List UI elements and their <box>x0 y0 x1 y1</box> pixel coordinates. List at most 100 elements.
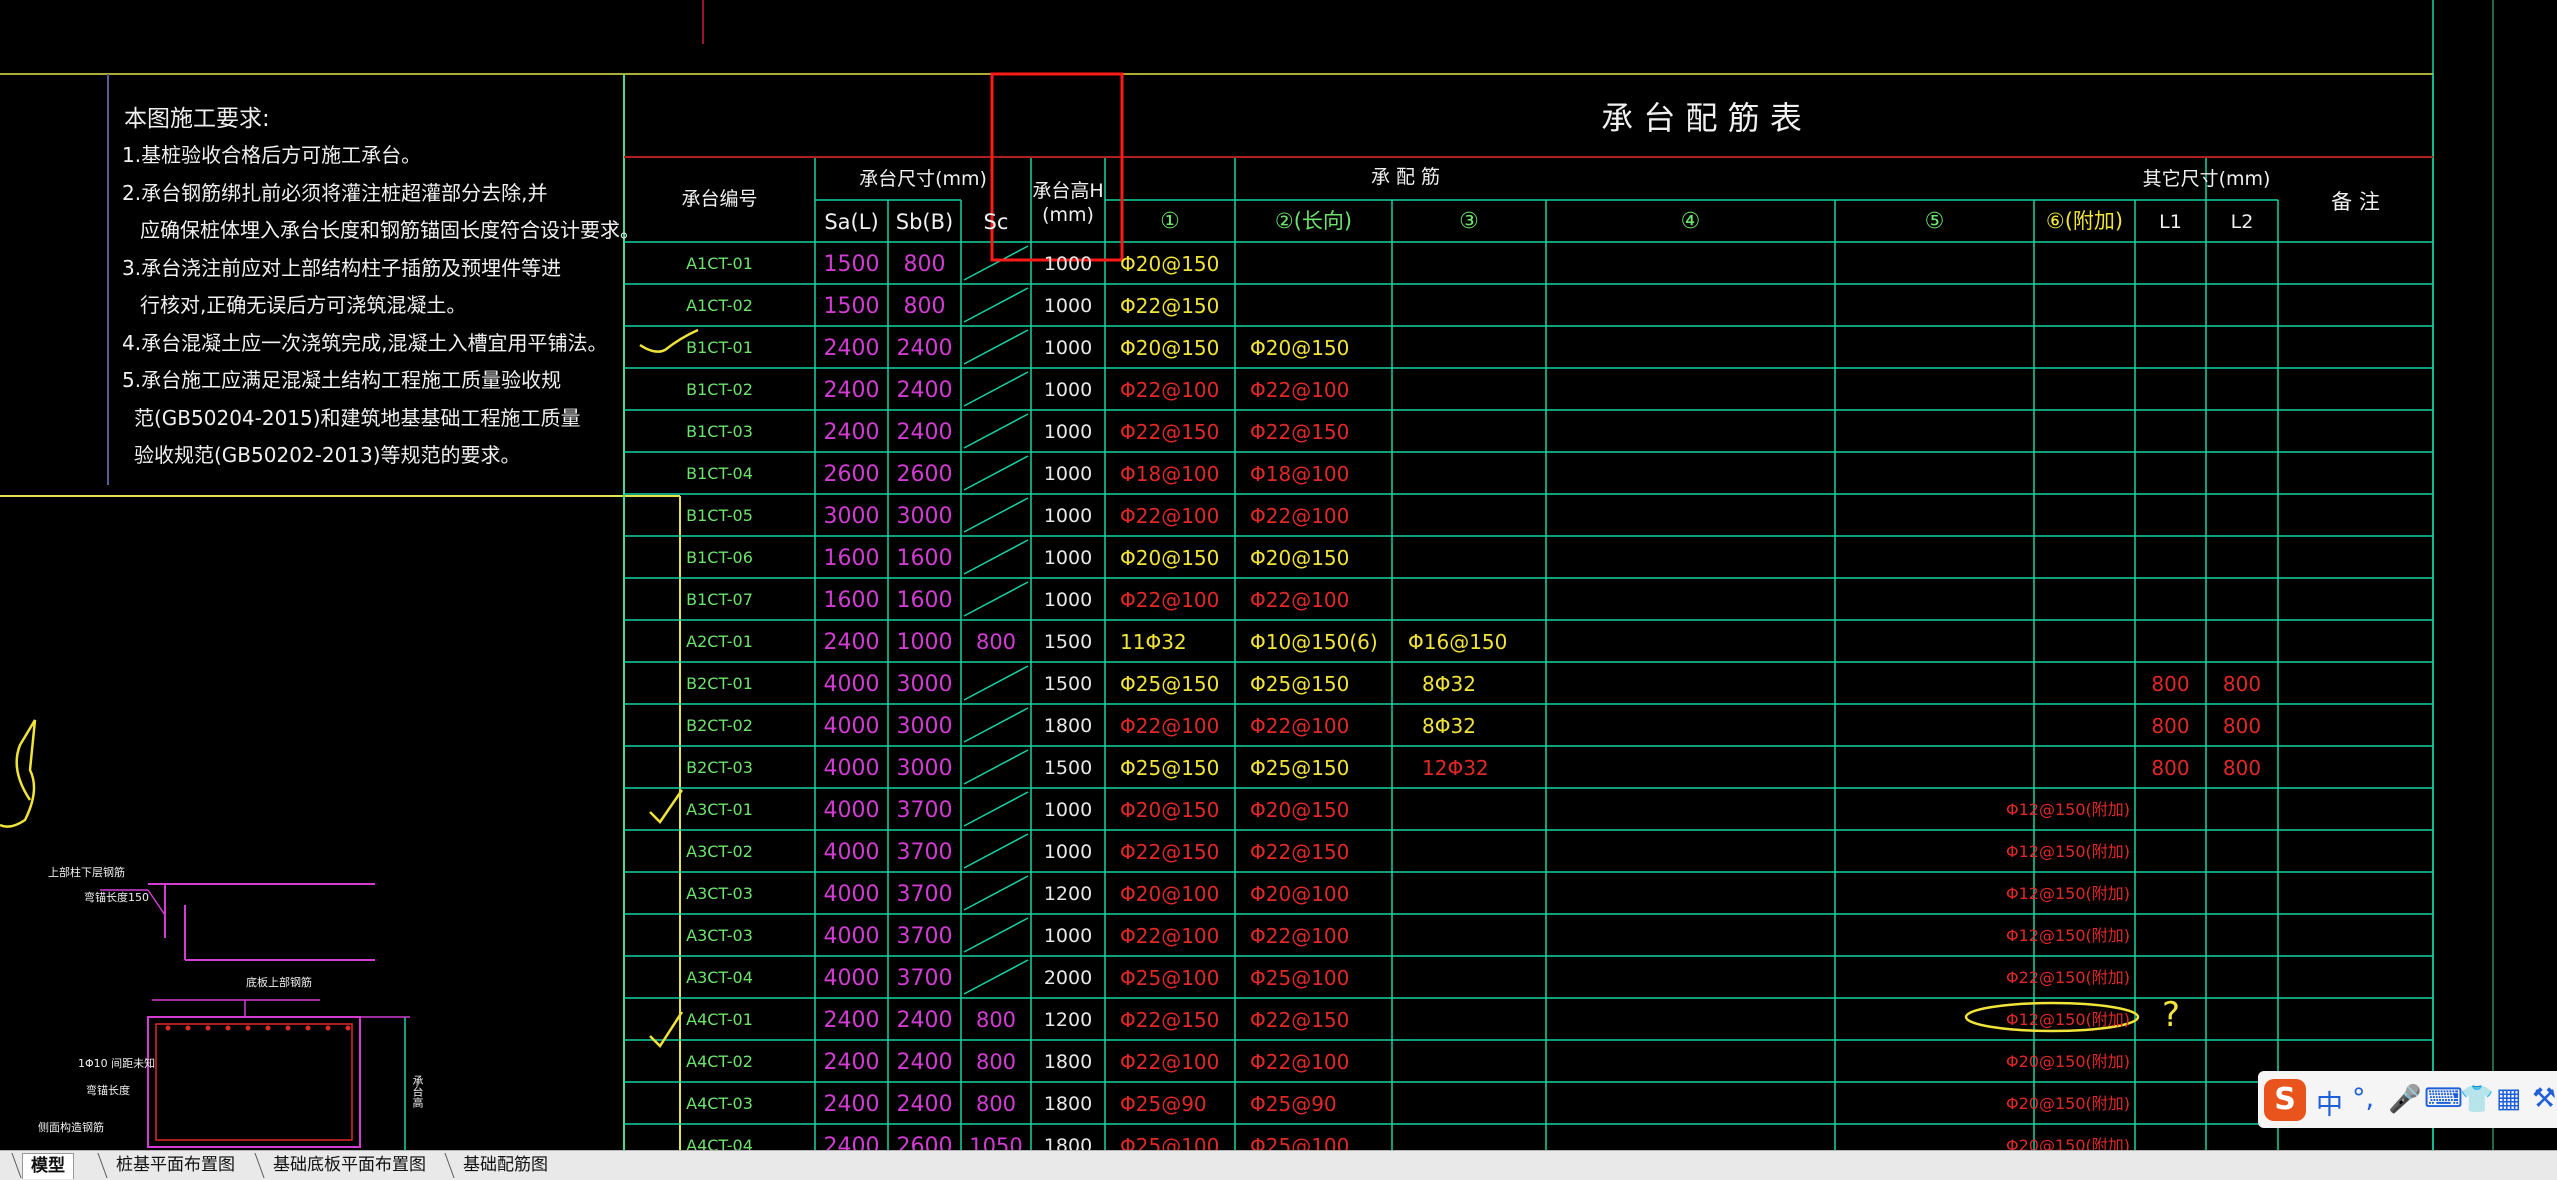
empty-cell-slash <box>963 455 1029 491</box>
layout-tab[interactable]: 桩基平面布置图 <box>108 1153 243 1178</box>
tab-separator <box>254 1153 265 1178</box>
keyboard-icon[interactable]: ⌨ <box>2424 1083 2463 1114</box>
row-l2: 800 <box>2222 756 2262 780</box>
settings-icon[interactable]: ⚒ <box>2532 1083 2556 1114</box>
row-sb: 3000 <box>896 672 953 697</box>
row-sa: 4000 <box>823 882 880 907</box>
row-sa: 3000 <box>823 504 880 529</box>
row-sa: 4000 <box>823 798 880 823</box>
sogou-logo-icon[interactable]: S <box>2264 1079 2306 1121</box>
ime-punctuation-icon[interactable]: °, <box>2352 1083 2374 1114</box>
row-sa: 1500 <box>823 252 880 277</box>
row-sa: 2400 <box>823 1050 880 1075</box>
notes-line: 范(GB50204-2015)和建筑地基基础工程施工质量 <box>134 405 581 430</box>
header-size-group: 承台尺寸(mm) <box>859 168 987 190</box>
row-id: A3CT-03 <box>686 884 753 903</box>
microphone-icon[interactable]: 🎤 <box>2388 1083 2422 1115</box>
row-sb: 800 <box>903 252 946 277</box>
row-l1: 800 <box>2151 672 2190 696</box>
rebar-dot <box>325 1025 331 1031</box>
rebar-dot <box>345 1025 351 1031</box>
layout-tab[interactable]: 基础底板平面布置图 <box>265 1153 434 1178</box>
row-h: 1000 <box>1043 589 1093 611</box>
row-sa: 2400 <box>823 1008 880 1033</box>
row-sb: 2600 <box>896 462 953 487</box>
row-rebar-6: Φ12@150(附加) <box>2006 800 2130 819</box>
row-sa: 4000 <box>823 756 880 781</box>
row-sb: 2400 <box>896 1092 953 1117</box>
row-rebar-2: Φ22@100 <box>1250 714 1350 738</box>
row-h: 1000 <box>1043 421 1093 443</box>
row-sa: 2400 <box>823 420 880 445</box>
row-id: B1CT-07 <box>686 590 753 609</box>
row-rebar-6: Φ12@150(附加) <box>2006 842 2130 861</box>
row-sa: 2600 <box>823 462 880 487</box>
row-rebar-6: Φ12@150(附加) <box>2006 926 2130 945</box>
row-sb: 1000 <box>896 630 953 655</box>
rebar-dot <box>205 1025 211 1031</box>
row-sa: 1600 <box>823 546 880 571</box>
row-h: 1000 <box>1043 547 1093 569</box>
row-rebar-1: Φ25@150 <box>1120 672 1220 696</box>
row-id: A4CT-02 <box>686 1052 753 1071</box>
ime-toolbar[interactable]: S 中 °, 🎤 ⌨ 👕 ▦ ⚒ <box>2258 1071 2557 1128</box>
row-sc: 800 <box>975 1092 1017 1116</box>
header-remark: 备 注 <box>2331 190 2380 214</box>
row-rebar-2: Φ20@150 <box>1250 336 1350 360</box>
row-sa: 4000 <box>823 966 880 991</box>
row-sb: 3700 <box>896 882 953 907</box>
row-sa: 1600 <box>823 588 880 613</box>
ime-mode-icon[interactable]: 中 <box>2316 1083 2343 1122</box>
empty-cell-slash <box>963 875 1029 911</box>
row-sb: 3700 <box>896 924 953 949</box>
row-id: A3CT-01 <box>686 800 753 819</box>
layout-tab[interactable]: 基础配筋图 <box>455 1153 556 1178</box>
empty-cell-slash <box>963 665 1029 701</box>
row-rebar-2: Φ22@150 <box>1250 420 1350 444</box>
row-rebar-1: Φ22@150 <box>1120 420 1220 444</box>
skin-icon[interactable]: 👕 <box>2460 1083 2494 1115</box>
row-id: A4CT-03 <box>686 1094 753 1113</box>
row-rebar-6: Φ20@150(附加) <box>2006 1052 2130 1071</box>
notes-line: 4.承台混凝土应一次浇筑完成,混凝土入槽宜用平铺法。 <box>122 330 608 355</box>
row-sa: 4000 <box>823 924 880 949</box>
row-rebar-2: Φ25@150 <box>1250 756 1350 780</box>
row-id: A4CT-01 <box>686 1010 753 1029</box>
row-id: B2CT-03 <box>686 758 753 777</box>
row-rebar-2: Φ22@100 <box>1250 588 1350 612</box>
row-h: 1500 <box>1043 631 1093 653</box>
row-h: 1000 <box>1043 925 1093 947</box>
row-rebar-3: 8Φ32 <box>1422 672 1476 696</box>
row-rebar-1: Φ20@150 <box>1120 336 1220 360</box>
row-rebar-2: Φ22@100 <box>1250 378 1350 402</box>
table-title: 承 台 配 筋 表 <box>1601 99 1802 137</box>
empty-cell-slash <box>963 413 1029 449</box>
row-id: B1CT-05 <box>686 506 753 525</box>
row-rebar-2: Φ22@100 <box>1250 1050 1350 1074</box>
header-other-group: 其它尺寸(mm) <box>2142 168 2271 190</box>
row-h: 1000 <box>1043 337 1093 359</box>
layout-tab[interactable]: 模型 <box>22 1153 74 1179</box>
layout-tab-bar: 模型 桩基平面布置图 基础底板平面布置图 基础配筋图 <box>0 1150 2557 1180</box>
rebar-dot <box>165 1025 171 1031</box>
empty-cell-slash <box>963 245 1029 281</box>
header-col-3: ③ <box>1459 209 1479 234</box>
pile-cap-outline <box>147 1016 361 1148</box>
row-sb: 2400 <box>896 420 953 445</box>
header-sa: Sa(L) <box>824 210 879 234</box>
detail-label: 侧面构造钢筋 <box>38 1121 104 1134</box>
toolbox-icon[interactable]: ▦ <box>2496 1083 2522 1114</box>
empty-cell-slash <box>963 287 1029 323</box>
row-h: 1000 <box>1043 463 1093 485</box>
row-rebar-6: Φ20@150(附加) <box>2006 1094 2130 1113</box>
tab-separator <box>97 1153 108 1178</box>
row-sa: 2400 <box>823 630 880 655</box>
rebar-dot <box>265 1025 271 1031</box>
header-h: 承台高H <box>1032 180 1104 202</box>
row-rebar-1: Φ25@100 <box>1120 966 1220 990</box>
row-rebar-2: Φ20@150 <box>1250 546 1350 570</box>
row-sa: 1500 <box>823 294 880 319</box>
empty-cell-slash <box>963 581 1029 617</box>
row-id: B1CT-06 <box>686 548 753 567</box>
row-id: A3CT-03 <box>686 926 753 945</box>
